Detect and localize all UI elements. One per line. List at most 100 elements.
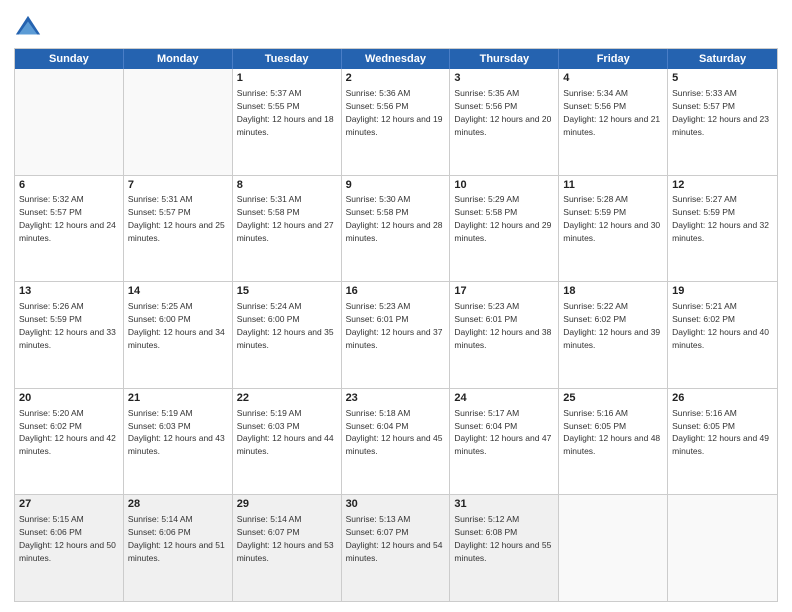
page: SundayMondayTuesdayWednesdayThursdayFrid… <box>0 0 792 612</box>
calendar-cell: 31 Sunrise: 5:12 AM Sunset: 6:08 PM Dayli… <box>450 495 559 601</box>
calendar-cell: 12Sunrise: 5:27 AM Sunset: 5:59 PM Dayli… <box>668 176 777 282</box>
cell-info: Sunrise: 5:24 AM Sunset: 6:00 PM Dayligh… <box>237 301 334 350</box>
cell-info: Sunrise: 5:16 AM Sunset: 6:05 PM Dayligh… <box>563 408 660 457</box>
cell-info: Sunrise: 5:25 AM Sunset: 6:00 PM Dayligh… <box>128 301 225 350</box>
calendar-cell: 5 Sunrise: 5:33 AM Sunset: 5:57 PM Daylig… <box>668 69 777 175</box>
calendar-header-cell: Thursday <box>450 49 559 69</box>
calendar-cell: 27 Sunrise: 5:15 AM Sunset: 6:06 PM Dayli… <box>15 495 124 601</box>
calendar-cell: 16 Sunrise: 5:23 AM Sunset: 6:01 PM Dayli… <box>342 282 451 388</box>
cell-info: Sunrise: 5:23 AM Sunset: 6:01 PM Dayligh… <box>346 301 443 350</box>
cell-info: Sunrise: 5:20 AM Sunset: 6:02 PM Dayligh… <box>19 408 116 457</box>
calendar-cell: 9Sunrise: 5:30 AM Sunset: 5:58 PM Daylig… <box>342 176 451 282</box>
calendar-cell: 20 Sunrise: 5:20 AM Sunset: 6:02 PM Dayli… <box>15 389 124 495</box>
cell-info: Sunrise: 5:33 AM Sunset: 5:57 PM Dayligh… <box>672 88 769 137</box>
calendar-header-row: SundayMondayTuesdayWednesdayThursdayFrid… <box>15 49 777 69</box>
calendar-cell: 21Sunrise: 5:19 AM Sunset: 6:03 PM Dayli… <box>124 389 233 495</box>
day-number: 27 <box>19 497 119 512</box>
logo-icon <box>14 14 42 42</box>
day-number: 16 <box>346 284 446 299</box>
cell-info: Sunrise: 5:26 AM Sunset: 5:59 PM Dayligh… <box>19 301 116 350</box>
day-number: 4 <box>563 71 663 86</box>
calendar-body: 1 Sunrise: 5:37 AM Sunset: 5:55 PM Daylig… <box>15 69 777 601</box>
day-number: 3 <box>454 71 554 86</box>
day-number: 15 <box>237 284 337 299</box>
cell-info: Sunrise: 5:16 AM Sunset: 6:05 PM Dayligh… <box>672 408 769 457</box>
calendar-cell: 6Sunrise: 5:32 AM Sunset: 5:57 PM Daylig… <box>15 176 124 282</box>
calendar-cell: 25 Sunrise: 5:16 AM Sunset: 6:05 PM Dayli… <box>559 389 668 495</box>
cell-info: Sunrise: 5:14 AM Sunset: 6:07 PM Dayligh… <box>237 514 334 563</box>
calendar-cell: 15 Sunrise: 5:24 AM Sunset: 6:00 PM Dayli… <box>233 282 342 388</box>
calendar-row: 27 Sunrise: 5:15 AM Sunset: 6:06 PM Dayli… <box>15 494 777 601</box>
calendar-cell: 10Sunrise: 5:29 AM Sunset: 5:58 PM Dayli… <box>450 176 559 282</box>
day-number: 1 <box>237 71 337 86</box>
day-number: 31 <box>454 497 554 512</box>
calendar-row: 20 Sunrise: 5:20 AM Sunset: 6:02 PM Dayli… <box>15 388 777 495</box>
day-number: 8 <box>237 178 337 193</box>
day-number: 14 <box>128 284 228 299</box>
calendar-header-cell: Tuesday <box>233 49 342 69</box>
day-number: 10 <box>454 178 554 193</box>
cell-info: Sunrise: 5:28 AM Sunset: 5:59 PM Dayligh… <box>563 194 660 243</box>
cell-info: Sunrise: 5:36 AM Sunset: 5:56 PM Dayligh… <box>346 88 443 137</box>
calendar-row: 6Sunrise: 5:32 AM Sunset: 5:57 PM Daylig… <box>15 175 777 282</box>
day-number: 21 <box>128 391 228 406</box>
calendar-cell: 11Sunrise: 5:28 AM Sunset: 5:59 PM Dayli… <box>559 176 668 282</box>
calendar-cell: 23 Sunrise: 5:18 AM Sunset: 6:04 PM Dayli… <box>342 389 451 495</box>
cell-info: Sunrise: 5:15 AM Sunset: 6:06 PM Dayligh… <box>19 514 116 563</box>
cell-info: Sunrise: 5:12 AM Sunset: 6:08 PM Dayligh… <box>454 514 551 563</box>
logo <box>14 14 44 42</box>
calendar-cell: 29 Sunrise: 5:14 AM Sunset: 6:07 PM Dayli… <box>233 495 342 601</box>
cell-info: Sunrise: 5:14 AM Sunset: 6:06 PM Dayligh… <box>128 514 225 563</box>
day-number: 19 <box>672 284 773 299</box>
day-number: 12 <box>672 178 773 193</box>
calendar-cell: 19Sunrise: 5:21 AM Sunset: 6:02 PM Dayli… <box>668 282 777 388</box>
calendar-header-cell: Sunday <box>15 49 124 69</box>
calendar-cell: 18 Sunrise: 5:22 AM Sunset: 6:02 PM Dayli… <box>559 282 668 388</box>
calendar-cell: 4Sunrise: 5:34 AM Sunset: 5:56 PM Daylig… <box>559 69 668 175</box>
cell-info: Sunrise: 5:29 AM Sunset: 5:58 PM Dayligh… <box>454 194 551 243</box>
day-number: 11 <box>563 178 663 193</box>
cell-info: Sunrise: 5:18 AM Sunset: 6:04 PM Dayligh… <box>346 408 443 457</box>
calendar-cell: 1 Sunrise: 5:37 AM Sunset: 5:55 PM Daylig… <box>233 69 342 175</box>
day-number: 5 <box>672 71 773 86</box>
day-number: 18 <box>563 284 663 299</box>
calendar-header-cell: Friday <box>559 49 668 69</box>
day-number: 25 <box>563 391 663 406</box>
cell-info: Sunrise: 5:35 AM Sunset: 5:56 PM Dayligh… <box>454 88 551 137</box>
calendar-cell: 30 Sunrise: 5:13 AM Sunset: 6:07 PM Dayli… <box>342 495 451 601</box>
day-number: 13 <box>19 284 119 299</box>
cell-info: Sunrise: 5:19 AM Sunset: 6:03 PM Dayligh… <box>237 408 334 457</box>
cell-info: Sunrise: 5:32 AM Sunset: 5:57 PM Dayligh… <box>19 194 116 243</box>
cell-info: Sunrise: 5:17 AM Sunset: 6:04 PM Dayligh… <box>454 408 551 457</box>
day-number: 7 <box>128 178 228 193</box>
calendar-cell: 7Sunrise: 5:31 AM Sunset: 5:57 PM Daylig… <box>124 176 233 282</box>
header <box>14 10 778 42</box>
cell-info: Sunrise: 5:31 AM Sunset: 5:58 PM Dayligh… <box>237 194 334 243</box>
calendar-row: 1 Sunrise: 5:37 AM Sunset: 5:55 PM Daylig… <box>15 69 777 175</box>
day-number: 20 <box>19 391 119 406</box>
day-number: 28 <box>128 497 228 512</box>
day-number: 23 <box>346 391 446 406</box>
calendar-cell <box>559 495 668 601</box>
day-number: 9 <box>346 178 446 193</box>
calendar-cell: 2 Sunrise: 5:36 AM Sunset: 5:56 PM Daylig… <box>342 69 451 175</box>
calendar-header-cell: Monday <box>124 49 233 69</box>
calendar-cell <box>124 69 233 175</box>
calendar-cell: 3 Sunrise: 5:35 AM Sunset: 5:56 PM Daylig… <box>450 69 559 175</box>
day-number: 30 <box>346 497 446 512</box>
cell-info: Sunrise: 5:37 AM Sunset: 5:55 PM Dayligh… <box>237 88 334 137</box>
calendar-cell <box>15 69 124 175</box>
calendar-cell: 28 Sunrise: 5:14 AM Sunset: 6:06 PM Dayli… <box>124 495 233 601</box>
day-number: 29 <box>237 497 337 512</box>
day-number: 22 <box>237 391 337 406</box>
day-number: 6 <box>19 178 119 193</box>
cell-info: Sunrise: 5:27 AM Sunset: 5:59 PM Dayligh… <box>672 194 769 243</box>
calendar-cell: 24Sunrise: 5:17 AM Sunset: 6:04 PM Dayli… <box>450 389 559 495</box>
calendar: SundayMondayTuesdayWednesdayThursdayFrid… <box>14 48 778 602</box>
calendar-cell <box>668 495 777 601</box>
cell-info: Sunrise: 5:13 AM Sunset: 6:07 PM Dayligh… <box>346 514 443 563</box>
day-number: 17 <box>454 284 554 299</box>
day-number: 2 <box>346 71 446 86</box>
cell-info: Sunrise: 5:22 AM Sunset: 6:02 PM Dayligh… <box>563 301 660 350</box>
calendar-cell: 26Sunrise: 5:16 AM Sunset: 6:05 PM Dayli… <box>668 389 777 495</box>
